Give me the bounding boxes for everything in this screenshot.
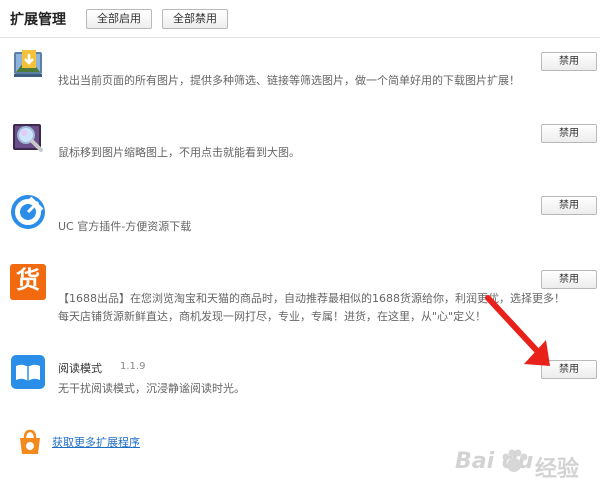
disable-button[interactable]: 禁用 bbox=[541, 124, 597, 143]
extension-name: 阅读模式 bbox=[58, 362, 102, 375]
extension-description: 鼠标移到图片缩略图上，不用点击就能看到大图。 bbox=[58, 146, 300, 159]
page-title: 扩展管理 bbox=[10, 12, 66, 28]
disable-button[interactable]: 禁用 bbox=[541, 196, 597, 215]
disable-all-button[interactable]: 全部禁用 bbox=[162, 9, 228, 29]
extension-version: 1.1.9 bbox=[120, 361, 146, 372]
annotation-arrow-icon bbox=[485, 295, 550, 366]
magnifier-zoom-icon bbox=[13, 124, 43, 152]
get-more-extensions-link[interactable]: 获取更多扩展程序 bbox=[52, 434, 140, 450]
paw-icon bbox=[502, 449, 528, 472]
extension-description: UC 官方插件-方便资源下载 bbox=[58, 220, 192, 233]
extension-item-uc-download: UC 官方插件-方便资源下载 禁用 bbox=[0, 190, 600, 260]
enable-all-button[interactable]: 全部启用 bbox=[86, 9, 152, 29]
baidu-jingyan-watermark: Bai du 经验 bbox=[455, 443, 595, 493]
extension-description: 无干扰阅读模式，沉浸静谧阅读时光。 bbox=[58, 382, 245, 395]
header-divider bbox=[0, 37, 600, 38]
extension-item-photo-download: 找出当前页面的所有图片，提供多种筛选、链接等筛选图片，做一个简单好用的下载图片扩… bbox=[0, 44, 600, 114]
disable-button[interactable]: 禁用 bbox=[541, 270, 597, 289]
extension-store-icon[interactable] bbox=[16, 428, 44, 456]
goods-icon-glyph: 货 bbox=[16, 266, 40, 294]
extension-description-line2: 每天店铺货源新鲜直达，商机发现一网打尽，专业，专属！进货，在这里，从"心"定义！ bbox=[58, 310, 487, 323]
photo-download-icon bbox=[14, 50, 42, 77]
watermark-cn: 经验 bbox=[535, 457, 580, 482]
goods-1688-icon: 货 bbox=[10, 264, 46, 300]
extension-item-magnifier: 鼠标移到图片缩略图上，不用点击就能看到大图。 禁用 bbox=[0, 118, 600, 188]
uc-download-icon bbox=[11, 195, 45, 229]
reading-book-icon bbox=[11, 355, 45, 389]
header: 扩展管理 全部启用 全部禁用 bbox=[0, 0, 600, 38]
extension-description: 找出当前页面的所有图片，提供多种筛选、链接等筛选图片，做一个简单好用的下载图片扩… bbox=[58, 74, 520, 87]
disable-button[interactable]: 禁用 bbox=[541, 52, 597, 71]
